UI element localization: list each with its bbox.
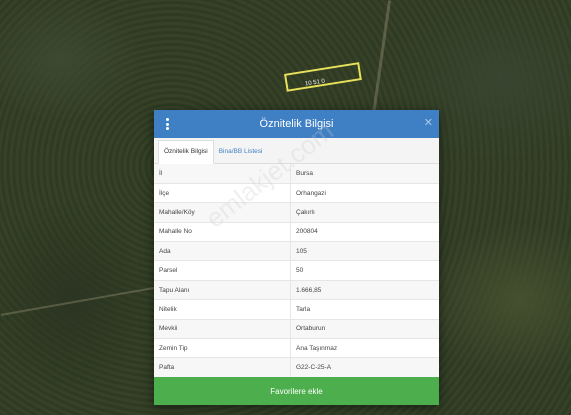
- table-row: Mahalle/Köy Çakırlı: [154, 202, 439, 223]
- attribute-key: Tapu Alanı: [154, 280, 291, 301]
- table-row: Mahalle No 200804: [154, 222, 439, 243]
- parcel-outline[interactable]: [284, 62, 362, 92]
- attribute-value: G22-C-25-A: [290, 357, 439, 378]
- tab-bar: Öznitelik Bilgisi Bina/BB Listesi: [154, 138, 439, 164]
- close-icon[interactable]: ✕: [424, 116, 433, 130]
- attribute-key: Mevkii: [154, 319, 291, 340]
- table-row: Zemin Tip Ana Taşınmaz: [154, 338, 439, 359]
- attribute-value: 105: [290, 241, 439, 262]
- add-to-favorites-button[interactable]: Favorilere ekle: [154, 377, 439, 405]
- attribute-value: Çakırlı: [290, 202, 439, 223]
- attribute-key: Mahalle/Köy: [154, 202, 291, 223]
- attribute-value: Bursa: [290, 164, 439, 184]
- attribute-table: İl Bursa İlçe Orhangazi Mahalle/Köy Çakırlı Ma…: [154, 164, 439, 378]
- attribute-value: 1.666,85: [290, 280, 439, 301]
- map-road: [372, 0, 391, 115]
- attribute-value: Orhangazi: [290, 183, 439, 204]
- table-row: Parsel 50: [154, 260, 439, 281]
- map-road: [1, 286, 159, 316]
- attribute-key: İlçe: [154, 183, 291, 204]
- table-row: Pafta G22-C-25-A: [154, 357, 439, 378]
- attribute-value: Ortaburun: [290, 319, 439, 340]
- table-row: Ada 105: [154, 241, 439, 262]
- table-row: Nitelik Tarla: [154, 299, 439, 320]
- table-row: Mevkii Ortaburun: [154, 319, 439, 340]
- attribute-key: İl: [154, 164, 291, 184]
- table-row: İlçe Orhangazi: [154, 183, 439, 204]
- attribute-key: Mahalle No: [154, 222, 291, 243]
- attribute-key: Parsel: [154, 260, 291, 281]
- attribute-value: 50: [290, 260, 439, 281]
- attribute-value: 200804: [290, 222, 439, 243]
- attribute-value: Tarla: [290, 299, 439, 320]
- attribute-key: Zemin Tip: [154, 338, 291, 359]
- tab-attribute-info[interactable]: Öznitelik Bilgisi: [158, 140, 214, 164]
- table-row: Tapu Alanı 1.666,85: [154, 280, 439, 301]
- attribute-key: Ada: [154, 241, 291, 262]
- dialog-header: Öznitelik Bilgisi ✕: [154, 110, 439, 138]
- table-row: İl Bursa: [154, 164, 439, 184]
- tab-building-list[interactable]: Bina/BB Listesi: [214, 141, 268, 163]
- menu-icon[interactable]: [166, 118, 169, 130]
- attribute-dialog: Öznitelik Bilgisi ✕ Öznitelik Bilgisi Bi…: [154, 110, 439, 405]
- attribute-value: Ana Taşınmaz: [290, 338, 439, 359]
- attribute-key: Pafta: [154, 357, 291, 378]
- attribute-key: Nitelik: [154, 299, 291, 320]
- dialog-title: Öznitelik Bilgisi: [259, 118, 334, 130]
